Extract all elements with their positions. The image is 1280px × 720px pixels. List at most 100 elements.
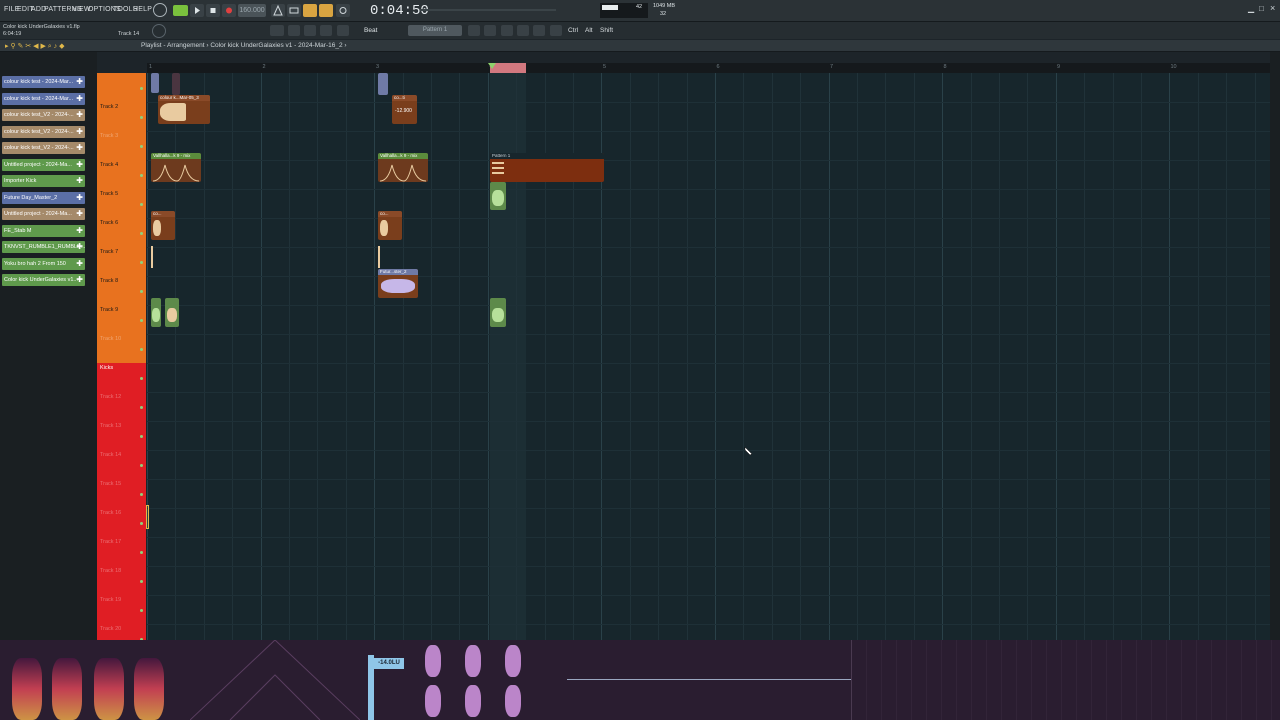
ctrl-modifier[interactable]: Ctrl bbox=[568, 27, 578, 34]
blend-notes-icon[interactable] bbox=[319, 4, 333, 17]
piano-roll-icon[interactable] bbox=[517, 25, 529, 36]
picker-clip-item[interactable]: colour kick test_V2 - 2024-... ✚ bbox=[2, 109, 85, 121]
add-icon[interactable]: ✚ bbox=[76, 126, 83, 138]
track-header[interactable]: Track 17 bbox=[97, 537, 146, 566]
browser-icon[interactable] bbox=[533, 25, 545, 36]
pattern-selector[interactable]: Pattern 1 bbox=[408, 25, 462, 36]
add-icon[interactable]: ✚ bbox=[76, 208, 83, 220]
picker-clip-item[interactable]: FE_Stab M ✚ bbox=[2, 224, 85, 237]
track-active-led[interactable] bbox=[140, 116, 143, 119]
add-icon[interactable]: ✚ bbox=[76, 159, 83, 171]
tempo-display[interactable]: 160.000 bbox=[238, 4, 266, 17]
timeline-ruler[interactable] bbox=[147, 63, 1270, 73]
metronome-knob-icon[interactable] bbox=[153, 3, 167, 17]
picker-clip-item[interactable]: Color kick UnderGalaxies v1... ✚ bbox=[2, 274, 85, 286]
playlist-tools[interactable]: ▸ ⚲ ✎ ✂ ◀ ▶ ⌕ ♪ ◆ bbox=[5, 42, 95, 50]
track-header[interactable]: Track 5 bbox=[97, 189, 146, 218]
audio-clip[interactable]: co... bbox=[378, 211, 402, 240]
snap-selector[interactable]: Beat bbox=[364, 27, 377, 34]
pattern-clip[interactable]: Pattern 1 bbox=[490, 153, 604, 182]
picker-clip-item[interactable]: colour kick test_V2 - 2024-... ✚ bbox=[2, 125, 85, 138]
track-header[interactable]: Track 7 bbox=[97, 247, 146, 276]
audio-clip[interactable] bbox=[151, 246, 153, 268]
loop-record-icon[interactable] bbox=[336, 4, 350, 17]
picker-clip-item[interactable]: Importer Kick ✚ bbox=[2, 175, 85, 187]
vertical-scrollbar[interactable] bbox=[1270, 52, 1280, 640]
pencil-icon[interactable] bbox=[304, 25, 316, 36]
main-volume-knob[interactable] bbox=[152, 24, 166, 38]
audio-clip[interactable]: Vallhalla...k 9 - mix bbox=[378, 153, 428, 182]
add-icon[interactable]: ✚ bbox=[76, 175, 83, 187]
playlist-grid[interactable]: colour k...Mar-05_3 co...ti -12.900 Vall… bbox=[147, 73, 1270, 640]
picker-clip-item[interactable]: Yoku bro hah 2 From 150 ✚ bbox=[2, 257, 85, 270]
track-header[interactable]: Track 6 bbox=[97, 218, 146, 247]
arrow-right-icon[interactable] bbox=[288, 25, 300, 36]
track-header[interactable]: Track 15 bbox=[97, 479, 146, 508]
close-icon[interactable]: × bbox=[1270, 3, 1275, 13]
audio-clip[interactable] bbox=[151, 73, 159, 93]
track-active-led[interactable] bbox=[140, 609, 143, 612]
picker-clip-item[interactable]: colour kick test - 2024-Mar... ✚ bbox=[2, 92, 85, 105]
track-active-led[interactable] bbox=[140, 348, 143, 351]
add-icon[interactable]: ✚ bbox=[76, 76, 83, 88]
audio-clip[interactable]: Futur...ster_2 bbox=[378, 269, 418, 298]
track-active-led[interactable] bbox=[140, 406, 143, 409]
stamp-icon[interactable] bbox=[337, 25, 349, 36]
piano-icon[interactable] bbox=[270, 25, 284, 36]
picker-clip-item[interactable]: colour kick test - 2024-Mar... ✚ bbox=[2, 76, 85, 88]
track-active-led[interactable] bbox=[140, 319, 143, 322]
playhead-marker[interactable] bbox=[488, 63, 496, 69]
track-header[interactable]: Track 3 bbox=[97, 131, 146, 160]
track-header[interactable]: Track 19 bbox=[97, 595, 146, 624]
menu-help[interactable]: HELP bbox=[133, 6, 152, 13]
play-button[interactable] bbox=[190, 4, 204, 17]
add-icon[interactable]: ✚ bbox=[76, 109, 83, 121]
wait-for-input-icon[interactable] bbox=[287, 4, 301, 17]
track-active-led[interactable] bbox=[140, 493, 143, 496]
track-active-led[interactable] bbox=[140, 435, 143, 438]
track-active-led[interactable] bbox=[140, 174, 143, 177]
track-header[interactable]: Track 9 bbox=[97, 305, 146, 334]
shift-modifier[interactable]: Shift bbox=[600, 27, 613, 34]
track-active-led[interactable] bbox=[140, 232, 143, 235]
picker-clip-item[interactable]: TKNVST_RUMBLE1_RUMBLE... ✚ bbox=[2, 241, 85, 253]
picker-clip-item[interactable]: Untitled project - 2024-Ma... ✚ bbox=[2, 158, 85, 171]
track-header[interactable]: Track 18 bbox=[97, 566, 146, 595]
pattern-song-toggle[interactable] bbox=[173, 5, 188, 16]
track-header[interactable] bbox=[97, 73, 146, 102]
track-active-led[interactable] bbox=[140, 203, 143, 206]
song-position-time[interactable]: 0:04:50 bbox=[370, 3, 429, 19]
track-active-led[interactable] bbox=[140, 522, 143, 525]
audio-clip[interactable] bbox=[151, 298, 161, 327]
audio-clip[interactable] bbox=[165, 298, 179, 327]
playlist-icon[interactable] bbox=[468, 25, 480, 36]
picker-clip-item[interactable]: Future Day_Master_2 ✚ bbox=[2, 191, 85, 204]
mixer-icon[interactable] bbox=[501, 25, 513, 36]
add-icon[interactable]: ✚ bbox=[76, 192, 83, 204]
stop-button[interactable] bbox=[206, 4, 220, 17]
maximize-icon[interactable]: □ bbox=[1259, 4, 1264, 13]
track-active-led[interactable] bbox=[140, 145, 143, 148]
add-icon[interactable]: ✚ bbox=[76, 258, 83, 270]
picker-clip-item[interactable]: Untitled project - 2024-Ma... ✚ bbox=[2, 208, 85, 220]
add-icon[interactable]: ✚ bbox=[76, 142, 83, 154]
audio-clip[interactable]: colour k...Mar-05_3 bbox=[158, 95, 210, 124]
add-icon[interactable]: ✚ bbox=[76, 241, 83, 253]
track-header[interactable]: Track 8 bbox=[97, 276, 146, 305]
audio-clip[interactable]: co...ti -12.900 bbox=[392, 95, 417, 124]
track-active-led[interactable] bbox=[140, 261, 143, 264]
audio-clip[interactable] bbox=[378, 73, 388, 95]
record-button[interactable] bbox=[222, 4, 236, 17]
track-active-led[interactable] bbox=[140, 464, 143, 467]
minimize-icon[interactable]: ▁ bbox=[1248, 4, 1254, 13]
track-active-led[interactable] bbox=[140, 290, 143, 293]
song-position-slider[interactable] bbox=[420, 9, 556, 11]
track-active-led[interactable] bbox=[140, 377, 143, 380]
track-header[interactable]: Track 12 bbox=[97, 392, 146, 421]
track-header[interactable]: Track 10 bbox=[97, 334, 146, 363]
track-active-led[interactable] bbox=[140, 87, 143, 90]
link-icon[interactable] bbox=[320, 25, 332, 36]
track-active-led[interactable] bbox=[140, 580, 143, 583]
track-header[interactable]: Track 2 bbox=[97, 102, 146, 131]
add-icon[interactable]: ✚ bbox=[76, 274, 83, 286]
